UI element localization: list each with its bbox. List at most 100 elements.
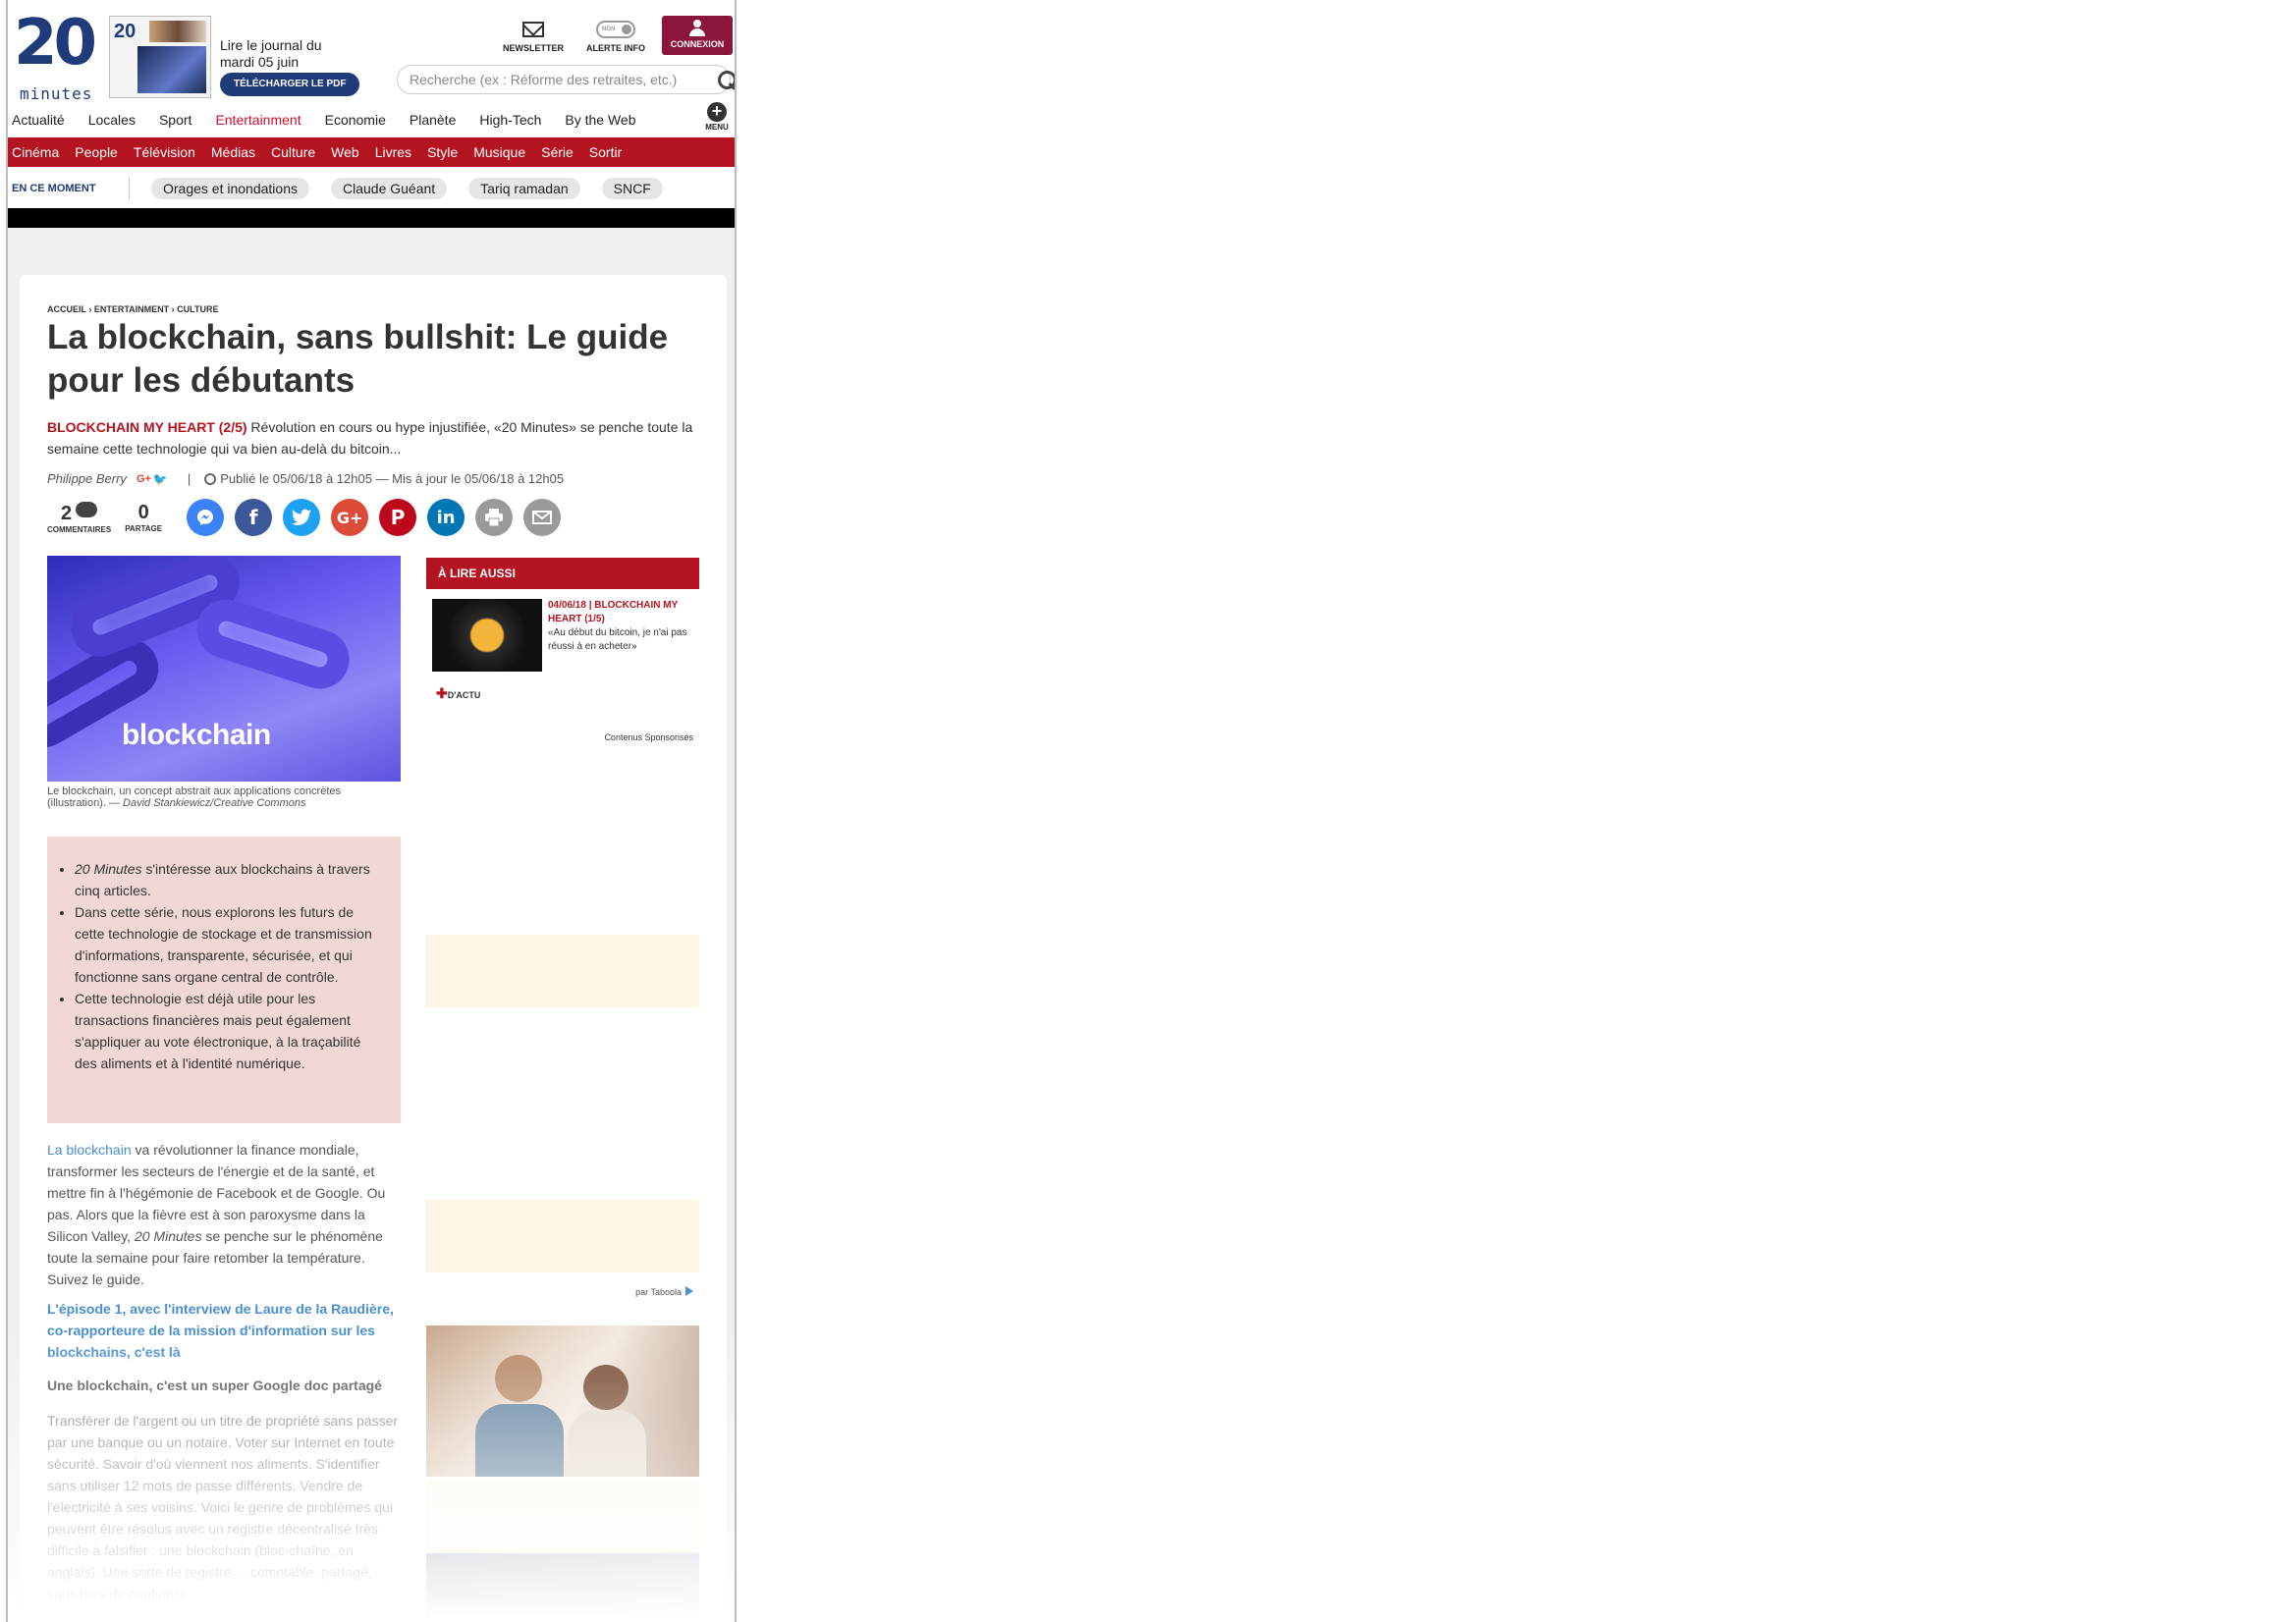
article-subheading: Une blockchain, c'est un super Google do… <box>47 1378 382 1393</box>
shares-counter: 0 PARTAGE <box>125 502 162 533</box>
more-news-label: D'ACTU <box>447 690 481 700</box>
print-icon[interactable] <box>475 499 514 536</box>
site-header: 20 minutes 20 Lire le journal du mardi 0… <box>8 0 735 103</box>
main-nav-item-high-tech[interactable]: High-Tech <box>479 110 541 137</box>
sub-nav-item-culture[interactable]: Culture <box>271 144 315 160</box>
newsletter-label: NEWSLETTER <box>503 43 564 53</box>
sub-nav-item-cin-ma[interactable]: Cinéma <box>12 144 59 160</box>
newspaper-thumbnail[interactable]: 20 <box>109 16 211 98</box>
sub-nav-item-livres[interactable]: Livres <box>375 144 411 160</box>
author-name[interactable]: Philippe Berry <box>47 471 127 486</box>
comments-counter[interactable]: 2 COMMENTAIRES <box>47 501 111 534</box>
article-body: La blockchain va révolutionner la financ… <box>47 1139 401 1604</box>
person-figure <box>475 1404 564 1477</box>
body-text-em: 20 Minutes <box>134 1228 202 1244</box>
menu-label: MENU <box>705 123 729 132</box>
person-head <box>495 1355 542 1402</box>
search-bar <box>397 65 735 94</box>
read-also-item[interactable]: 04/06/18 | BLOCKCHAIN MY HEART (1/5) «Au… <box>432 599 697 672</box>
main-nav-item-actualit-[interactable]: Actualité <box>12 110 65 137</box>
sub-nav-item-web[interactable]: Web <box>331 144 359 160</box>
site-logo[interactable]: 20 minutes <box>14 7 97 103</box>
alert-toggle[interactable]: NON ALERTE INFO <box>579 16 652 53</box>
episode-1-link[interactable]: L'épisode 1, avec l'interview de Laure d… <box>47 1298 401 1363</box>
main-nav-item-plan-te[interactable]: Planète <box>410 110 456 137</box>
series-tag[interactable]: BLOCKCHAIN MY HEART (2/5) <box>47 419 247 435</box>
summary-item: 20 Minutes s'intéresse aux blockchains à… <box>75 858 385 901</box>
sub-nav-item-s-rie[interactable]: Série <box>541 144 574 160</box>
taboola-attribution[interactable]: par Taboola <box>635 1286 693 1297</box>
facebook-icon[interactable]: f <box>235 499 273 536</box>
sponsored-text-block[interactable] <box>426 1481 699 1553</box>
trending-chip[interactable]: Claude Guéant <box>330 178 448 199</box>
breadcrumb[interactable]: ACCUEIL › ENTERTAINMENT › CULTURE <box>47 304 219 314</box>
sub-nav-item-musique[interactable]: Musique <box>473 144 525 160</box>
menu-button[interactable]: + MENU <box>703 102 731 133</box>
summary-item-text: Cette technologie est déjà utile pour le… <box>75 991 361 1071</box>
sub-nav-item-style[interactable]: Style <box>427 144 458 160</box>
sub-nav-item-m-dias[interactable]: Médias <box>211 144 255 160</box>
header-actions: NEWSLETTER NON ALERTE INFO CONNEXION <box>497 16 733 55</box>
sub-nav-item-people[interactable]: People <box>75 144 118 160</box>
sub-nav: Cinéma People Télévision Médias Culture Web Li… <box>8 137 735 167</box>
sponsored-image[interactable] <box>426 1553 699 1622</box>
byline: Philippe Berry G+ 🐦 | Publié le 05/06/18… <box>47 471 564 486</box>
trending-chip[interactable]: Tariq ramadan <box>468 178 580 199</box>
black-banner <box>8 208 735 228</box>
twitter-share-icon[interactable] <box>283 499 321 536</box>
logo-number: 20 <box>14 7 97 80</box>
chain-link <box>189 591 357 697</box>
newspaper-thumbnail-photo <box>137 46 206 93</box>
read-also-header: À LIRE AUSSI <box>426 558 699 589</box>
read-also-thumbnail <box>432 599 542 672</box>
summary-item-emphasis: 20 Minutes <box>75 861 142 877</box>
envelope-icon <box>522 22 544 37</box>
twitter-icon[interactable]: 🐦 <box>153 472 168 486</box>
google-plus-share-icon[interactable]: G+ <box>331 499 369 536</box>
journal-line1: Lire le journal du <box>220 37 322 53</box>
login-button[interactable]: CONNEXION <box>662 16 733 55</box>
plus-icon: + <box>707 102 727 122</box>
more-news-link[interactable]: ✚D'ACTU <box>436 685 480 702</box>
person-figure <box>568 1410 646 1477</box>
search-icon[interactable] <box>718 71 735 90</box>
body-paragraph-2: Transférer de l'argent ou un titre de pr… <box>47 1413 399 1601</box>
blockchain-link[interactable]: La blockchain <box>47 1142 132 1158</box>
newspaper-thumbnail-photo-top <box>149 21 206 42</box>
logo-word: minutes <box>20 84 93 103</box>
newsletter-button[interactable]: NEWSLETTER <box>497 16 570 53</box>
main-nav-item-by-the-web[interactable]: By the Web <box>565 110 635 137</box>
email-share-icon[interactable] <box>523 499 562 536</box>
alert-label: ALERTE INFO <box>586 43 645 53</box>
linkedin-icon[interactable]: in <box>427 499 465 536</box>
summary-item: Dans cette série, nous explorons les fut… <box>75 901 385 988</box>
download-pdf-button[interactable]: TÉLÉCHARGER LE PDF <box>220 73 360 96</box>
user-icon <box>687 20 707 37</box>
trending-chip[interactable]: SNCF <box>601 178 663 199</box>
summary-item: Cette technologie est déjà utile pour le… <box>75 988 385 1074</box>
messenger-icon[interactable] <box>187 499 225 536</box>
google-plus-icon[interactable]: G+ <box>137 473 151 485</box>
read-also-text: 04/06/18 | BLOCKCHAIN MY HEART (1/5) «Au… <box>548 599 697 672</box>
main-nav-item-economie[interactable]: Economie <box>325 110 386 137</box>
sub-nav-item-t-l-vision[interactable]: Télévision <box>134 144 195 160</box>
main-nav-item-entertainment[interactable]: Entertainment <box>215 110 301 143</box>
main-nav-item-sport[interactable]: Sport <box>159 110 191 137</box>
pinterest-icon[interactable]: P <box>379 499 417 536</box>
ad-slot[interactable] <box>426 935 699 1007</box>
shares-label: PARTAGE <box>125 524 163 533</box>
share-bar: 2 COMMENTAIRES 0 PARTAGE f G+ P in <box>47 499 562 536</box>
summary-list: 20 Minutes s'intéresse aux blockchains à… <box>75 858 385 1074</box>
ad-slot[interactable] <box>426 1200 699 1272</box>
trending-chip[interactable]: Orages et inondations <box>151 178 309 199</box>
trending-bar: EN CE MOMENT Orages et inondations Claude… <box>8 169 735 208</box>
newspaper-thumbnail-label: 20 <box>114 21 137 42</box>
toggle-icon: NON <box>596 21 635 38</box>
read-also-title: «Au début du bitcoin, je n'ai pas réussi… <box>548 627 687 652</box>
hero-image[interactable]: blockchain <box>47 556 401 782</box>
shares-count: 0 <box>137 502 149 523</box>
main-nav-item-locales[interactable]: Locales <box>88 110 136 137</box>
search-input[interactable] <box>410 72 700 87</box>
sub-nav-item-sortir[interactable]: Sortir <box>589 144 622 160</box>
sponsored-image[interactable] <box>426 1325 699 1477</box>
